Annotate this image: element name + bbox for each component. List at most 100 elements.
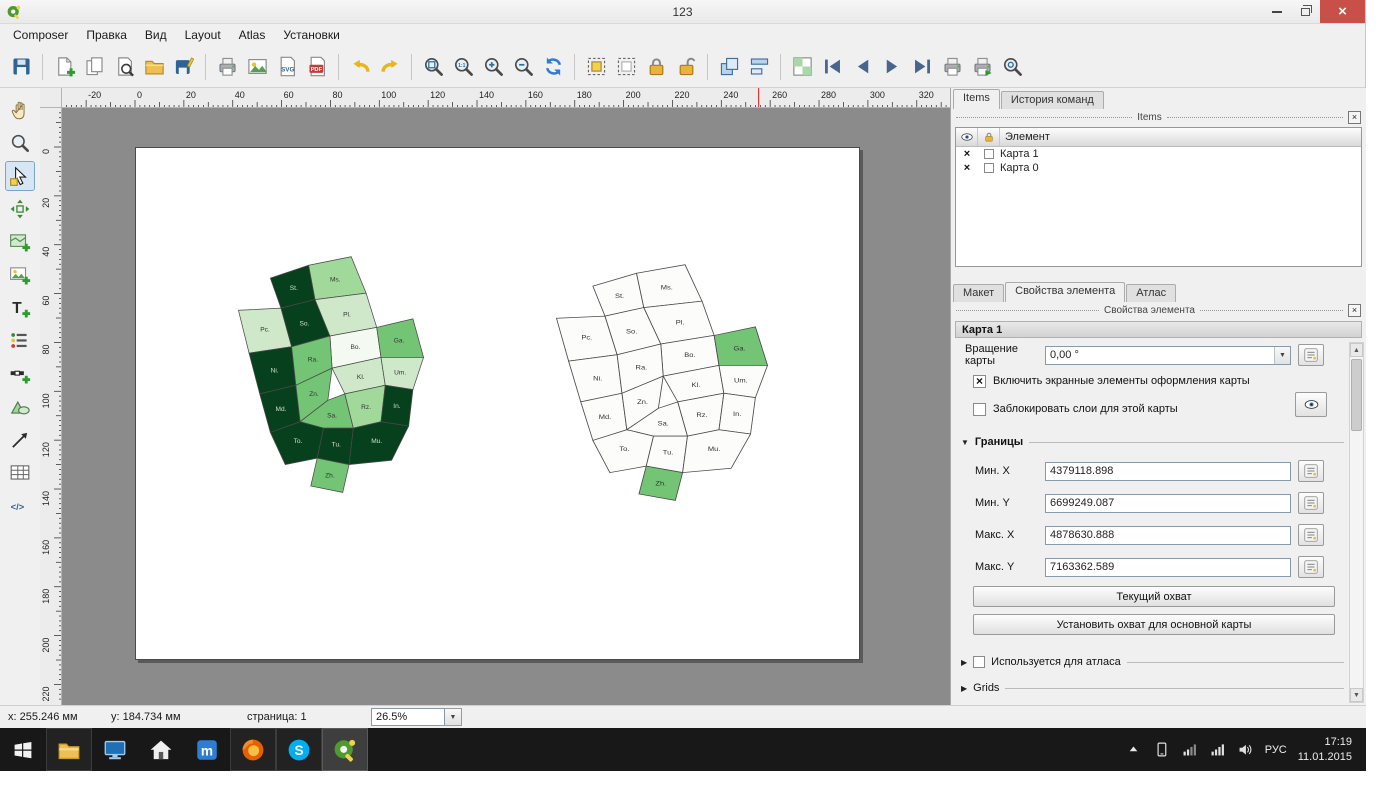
- tray-hidden-icons-button[interactable]: [1125, 741, 1142, 758]
- extent-min-y-input[interactable]: 6699249.087: [1045, 494, 1291, 513]
- new-composition-button[interactable]: [49, 52, 79, 82]
- select-move-item-tool[interactable]: [5, 161, 35, 191]
- taskbar-file-explorer-button[interactable]: [46, 728, 92, 771]
- atlas-first-feature-button[interactable]: [817, 52, 847, 82]
- extent-min-x-input[interactable]: 4379118.898: [1045, 462, 1291, 481]
- map-rotation-input[interactable]: 0,00 ° ▼: [1045, 346, 1291, 365]
- add-attribute-table-tool[interactable]: [5, 458, 35, 488]
- properties-scrollbar[interactable]: ▲ ▼: [1349, 342, 1364, 703]
- language-indicator[interactable]: РУС: [1265, 744, 1287, 756]
- map-item-karta-0[interactable]: St.Ms.Pc.So.Pl.Bo.Ga.Ni.Ra.Kl.Um.Md.Zn.S…: [548, 254, 776, 509]
- lock-selected-items-button[interactable]: [641, 52, 671, 82]
- unlock-all-items-button[interactable]: [671, 52, 701, 82]
- zoom-actual-button[interactable]: 1:1: [448, 52, 478, 82]
- save-as-template-button[interactable]: [169, 52, 199, 82]
- tray-volume-button[interactable]: [1237, 741, 1254, 758]
- add-new-map-tool[interactable]: [5, 227, 35, 257]
- select-all-items-button[interactable]: [581, 52, 611, 82]
- tray-network-button[interactable]: [1181, 741, 1198, 758]
- clock[interactable]: 17:19 11.01.2015: [1298, 735, 1352, 764]
- map-item-karta-1[interactable]: St.Ms.Pc.So.Pl.Bo.Ga.Ni.Ra.Kl.Um.Md.Zn.S…: [231, 246, 431, 501]
- export-as-pdf-button[interactable]: PDF: [302, 52, 332, 82]
- load-from-template-button[interactable]: [139, 52, 169, 82]
- refresh-view-button[interactable]: [538, 52, 568, 82]
- draw-canvas-items-checkbox[interactable]: [973, 375, 986, 388]
- taskbar-start-button[interactable]: [0, 728, 46, 771]
- scroll-down-button[interactable]: ▼: [1350, 688, 1363, 702]
- zoom-in-button[interactable]: [478, 52, 508, 82]
- taskbar-skype-button[interactable]: S: [276, 728, 322, 771]
- add-image-tool[interactable]: [5, 260, 35, 290]
- panel-tab-composition[interactable]: Макет: [953, 284, 1004, 302]
- export-atlas-button[interactable]: [967, 52, 997, 82]
- extent-max-y-input[interactable]: 7163362.589: [1045, 558, 1291, 577]
- taskbar-maxthon-button[interactable]: m: [184, 728, 230, 771]
- set-layers-visibility-button[interactable]: [1295, 392, 1327, 417]
- controlled-by-atlas-checkbox[interactable]: [973, 656, 985, 668]
- close-button[interactable]: ×: [1320, 0, 1365, 23]
- item-visibility-checkbox[interactable]: ×: [956, 163, 978, 174]
- extent-min-x-data-defined-button[interactable]: [1298, 460, 1324, 482]
- atlas-section-header[interactable]: ▶ Используется для атласа: [961, 654, 1344, 670]
- menu-edit[interactable]: Правка: [77, 25, 136, 45]
- export-as-svg-button[interactable]: SVG: [272, 52, 302, 82]
- atlas-previous-feature-button[interactable]: [847, 52, 877, 82]
- menu-layout[interactable]: Layout: [176, 25, 230, 45]
- minimize-button[interactable]: [1262, 0, 1291, 23]
- zoom-level-combo[interactable]: 26.5% ▼: [371, 708, 462, 726]
- tray-signal-button[interactable]: [1209, 741, 1226, 758]
- tray-tablet-mode-button[interactable]: [1153, 741, 1170, 758]
- menu-composer[interactable]: Composer: [4, 25, 77, 45]
- undo-button[interactable]: [345, 52, 375, 82]
- redo-button[interactable]: [375, 52, 405, 82]
- deselect-all-items-button[interactable]: [611, 52, 641, 82]
- zoom-dropdown-arrow[interactable]: ▼: [445, 708, 462, 726]
- items-panel-close-button[interactable]: ×: [1348, 111, 1361, 124]
- move-item-content-tool[interactable]: [5, 194, 35, 224]
- export-as-image-button[interactable]: [242, 52, 272, 82]
- atlas-next-feature-button[interactable]: [877, 52, 907, 82]
- rotation-data-defined-button[interactable]: [1298, 344, 1324, 366]
- group-items-button[interactable]: [714, 52, 744, 82]
- composition-manager-button[interactable]: [109, 52, 139, 82]
- print-button[interactable]: [212, 52, 242, 82]
- set-extent-to-main-map-button[interactable]: Установить охват для основной карты: [973, 614, 1335, 635]
- extents-section-header[interactable]: ▼ Границы: [961, 434, 1344, 450]
- extent-max-x-input[interactable]: 4878630.888: [1045, 526, 1291, 545]
- zoom-out-button[interactable]: [508, 52, 538, 82]
- pan-composition-tool[interactable]: [5, 95, 35, 125]
- atlas-settings-button[interactable]: [997, 52, 1027, 82]
- panel-tab-atlas-generation[interactable]: Атлас: [1126, 284, 1176, 302]
- restore-button[interactable]: [1291, 0, 1320, 23]
- map-rotation-dropdown-arrow[interactable]: ▼: [1274, 347, 1290, 364]
- taskbar-firefox-button[interactable]: [230, 728, 276, 771]
- panel-tab-items[interactable]: Items: [953, 89, 1000, 109]
- extent-max-x-data-defined-button[interactable]: [1298, 524, 1324, 546]
- grids-section-header[interactable]: ▶ Grids: [961, 680, 1344, 696]
- taskbar-lenovo-button[interactable]: [92, 728, 138, 771]
- align-items-button[interactable]: [744, 52, 774, 82]
- properties-panel-close-button[interactable]: ×: [1348, 304, 1361, 317]
- menu-settings[interactable]: Установки: [274, 25, 348, 45]
- add-new-legend-tool[interactable]: [5, 326, 35, 356]
- atlas-last-feature-button[interactable]: [907, 52, 937, 82]
- composition-page[interactable]: St.Ms.Pc.So.Pl.Bo.Ga.Ni.Ra.Kl.Um.Md.Zn.S…: [135, 147, 860, 660]
- save-project-button[interactable]: [6, 52, 36, 82]
- composition-canvas[interactable]: St.Ms.Pc.So.Pl.Bo.Ga.Ni.Ra.Kl.Um.Md.Zn.S…: [62, 108, 950, 705]
- menu-view[interactable]: Вид: [136, 25, 176, 45]
- atlas-preview-button[interactable]: [787, 52, 817, 82]
- panel-tab-command-history[interactable]: История команд: [1001, 91, 1104, 109]
- item-row-map-0[interactable]: ×Карта 0: [956, 161, 1361, 175]
- taskbar-qgis-button[interactable]: [322, 728, 368, 771]
- add-new-label-tool[interactable]: T: [5, 293, 35, 323]
- print-atlas-button[interactable]: [937, 52, 967, 82]
- extent-min-y-data-defined-button[interactable]: [1298, 492, 1324, 514]
- add-new-scalebar-tool[interactable]: [5, 359, 35, 389]
- item-visibility-checkbox[interactable]: ×: [956, 149, 978, 160]
- duplicate-composition-button[interactable]: [79, 52, 109, 82]
- add-html-frame-tool[interactable]: </>: [5, 491, 35, 521]
- taskbar-home-button[interactable]: [138, 728, 184, 771]
- lock-layers-checkbox[interactable]: [973, 403, 986, 416]
- current-extent-button[interactable]: Текущий охват: [973, 586, 1335, 607]
- panel-tab-item-properties[interactable]: Свойства элемента: [1005, 282, 1125, 302]
